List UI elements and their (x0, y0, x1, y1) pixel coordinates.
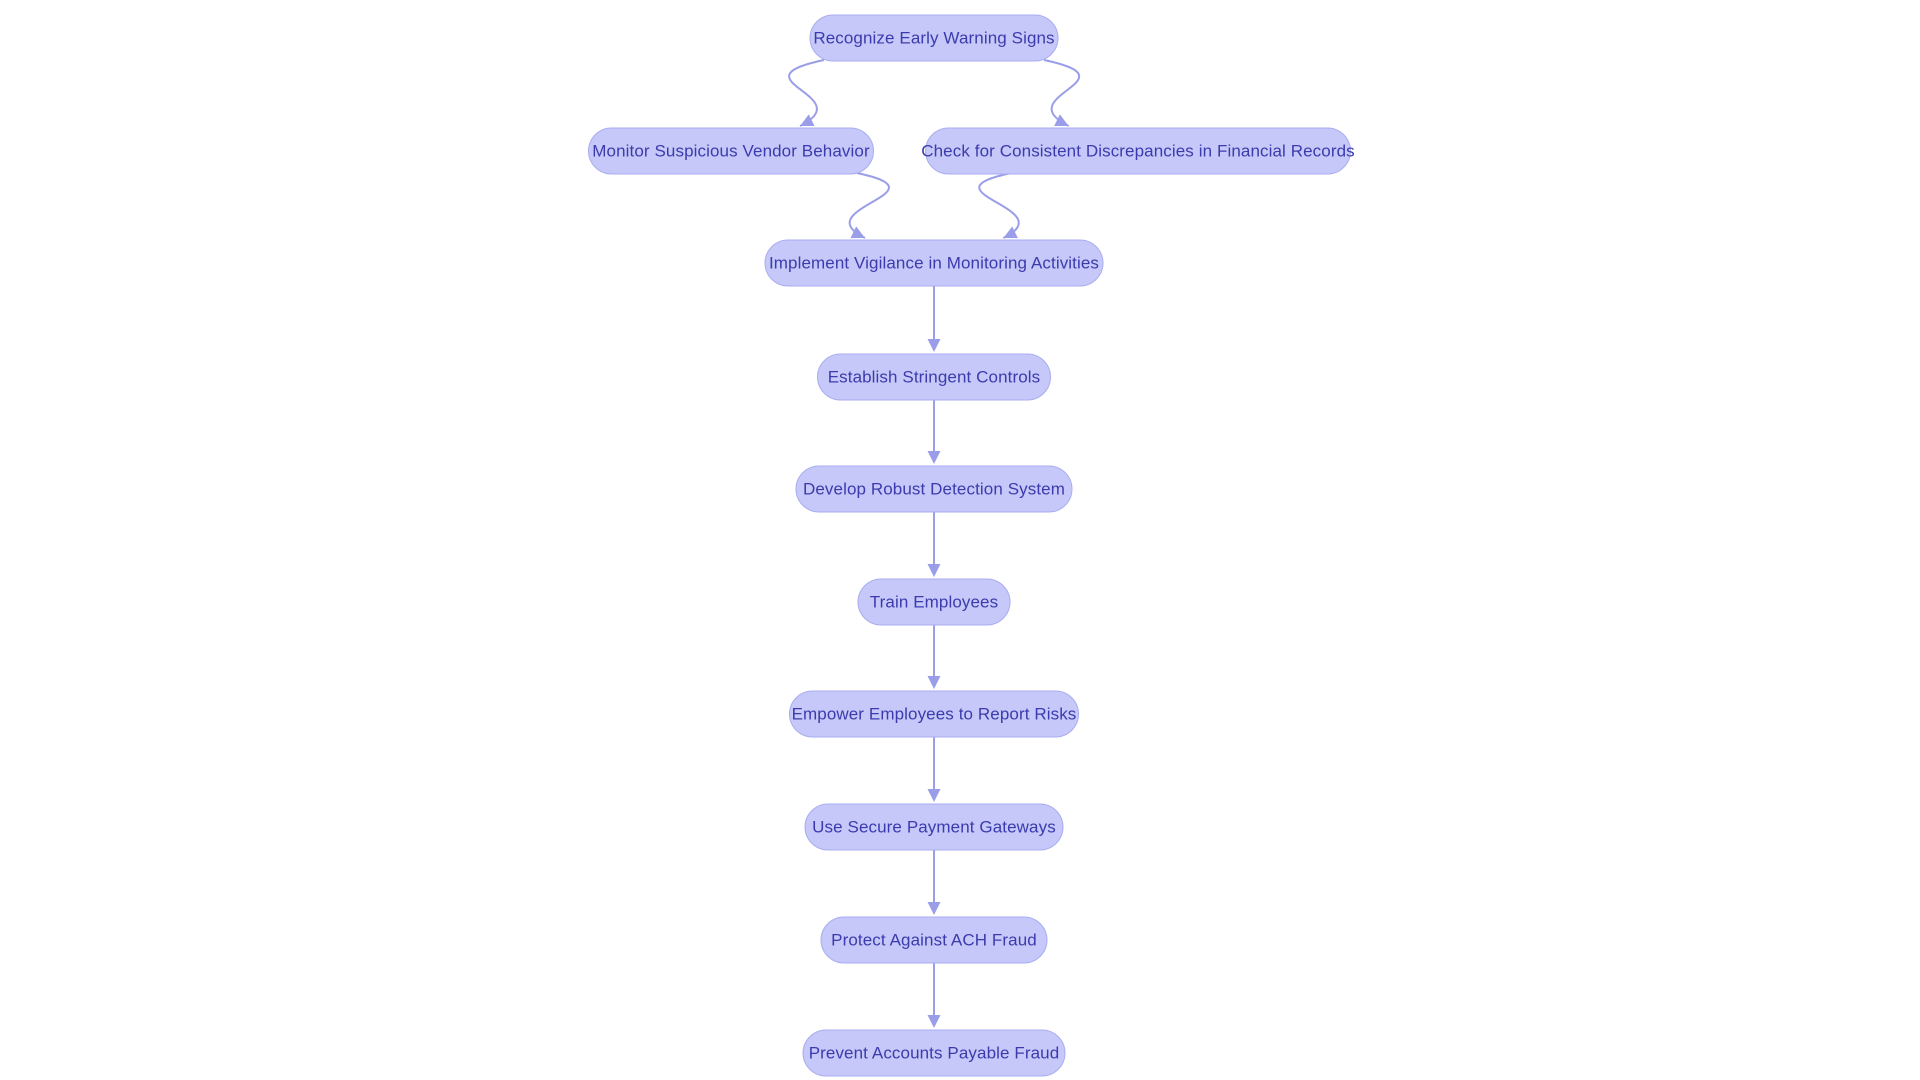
edge-n9-to-n10 (927, 850, 941, 915)
flowchart-canvas: Recognize Early Warning Signs Monitor Sus… (588, 14, 1355, 1077)
node-label: Use Secure Payment Gateways (812, 817, 1056, 836)
flow-node-n1[interactable]: Recognize Early Warning Signs (809, 14, 1059, 62)
edge-n1-to-n3 (1043, 59, 1081, 127)
node-label: Check for Consistent Discrepancies in Fi… (921, 141, 1355, 160)
edge-n3-to-n4 (978, 172, 1020, 239)
edge-arrowhead-10 (927, 1015, 941, 1028)
edge-n1-to-n2 (788, 59, 825, 127)
node-label: Establish Stringent Controls (828, 367, 1041, 386)
edge-arrowhead-8 (927, 789, 941, 802)
edge-arrowhead-5 (927, 451, 941, 464)
flow-node-n3[interactable]: Check for Consistent Discrepancies in Fi… (921, 127, 1355, 175)
edge-n5-to-n6 (927, 400, 941, 464)
edge-arrowhead-0 (800, 114, 815, 127)
edge-n4-to-n5 (927, 286, 941, 352)
flow-node-n4[interactable]: Implement Vigilance in Monitoring Activi… (764, 239, 1104, 287)
node-label: Implement Vigilance in Monitoring Activi… (769, 253, 1099, 272)
edge-n8-to-n9 (927, 737, 941, 802)
edge-arrowhead-1 (1054, 114, 1069, 127)
node-label: Recognize Early Warning Signs (813, 28, 1054, 47)
node-label: Train Employees (870, 592, 998, 611)
flow-node-n6[interactable]: Develop Robust Detection System (795, 465, 1073, 513)
edge-n10-to-n11 (927, 963, 941, 1028)
edge-arrowhead-6 (927, 564, 941, 577)
edge-n7-to-n8 (927, 625, 941, 689)
node-label: Prevent Accounts Payable Fraud (809, 1043, 1060, 1062)
edge-n6-to-n7 (927, 512, 941, 577)
flow-node-n10[interactable]: Protect Against ACH Fraud (820, 916, 1048, 964)
edge-n2-to-n4 (848, 172, 890, 239)
flow-node-n2[interactable]: Monitor Suspicious Vendor Behavior (588, 127, 874, 175)
edge-curve-0 (788, 59, 825, 127)
flowchart-diagram: Recognize Early Warning Signs Monitor Sus… (0, 0, 1920, 1080)
flow-node-n8[interactable]: Empower Employees to Report Risks (789, 690, 1079, 738)
node-label: Develop Robust Detection System (803, 479, 1065, 498)
edge-layer (788, 59, 1081, 1028)
node-label: Monitor Suspicious Vendor Behavior (592, 141, 870, 160)
edge-curve-1 (1043, 59, 1081, 127)
node-label: Protect Against ACH Fraud (831, 930, 1037, 949)
edge-arrowhead-9 (927, 902, 941, 915)
node-layer: Recognize Early Warning Signs Monitor Sus… (588, 14, 1355, 1077)
flow-node-n5[interactable]: Establish Stringent Controls (817, 353, 1051, 401)
flow-node-n7[interactable]: Train Employees (857, 578, 1011, 626)
flow-node-n11[interactable]: Prevent Accounts Payable Fraud (802, 1029, 1066, 1077)
flow-node-n9[interactable]: Use Secure Payment Gateways (804, 803, 1064, 851)
node-label: Empower Employees to Report Risks (792, 704, 1077, 723)
edge-arrowhead-7 (927, 676, 941, 689)
edge-arrowhead-4 (927, 339, 941, 352)
